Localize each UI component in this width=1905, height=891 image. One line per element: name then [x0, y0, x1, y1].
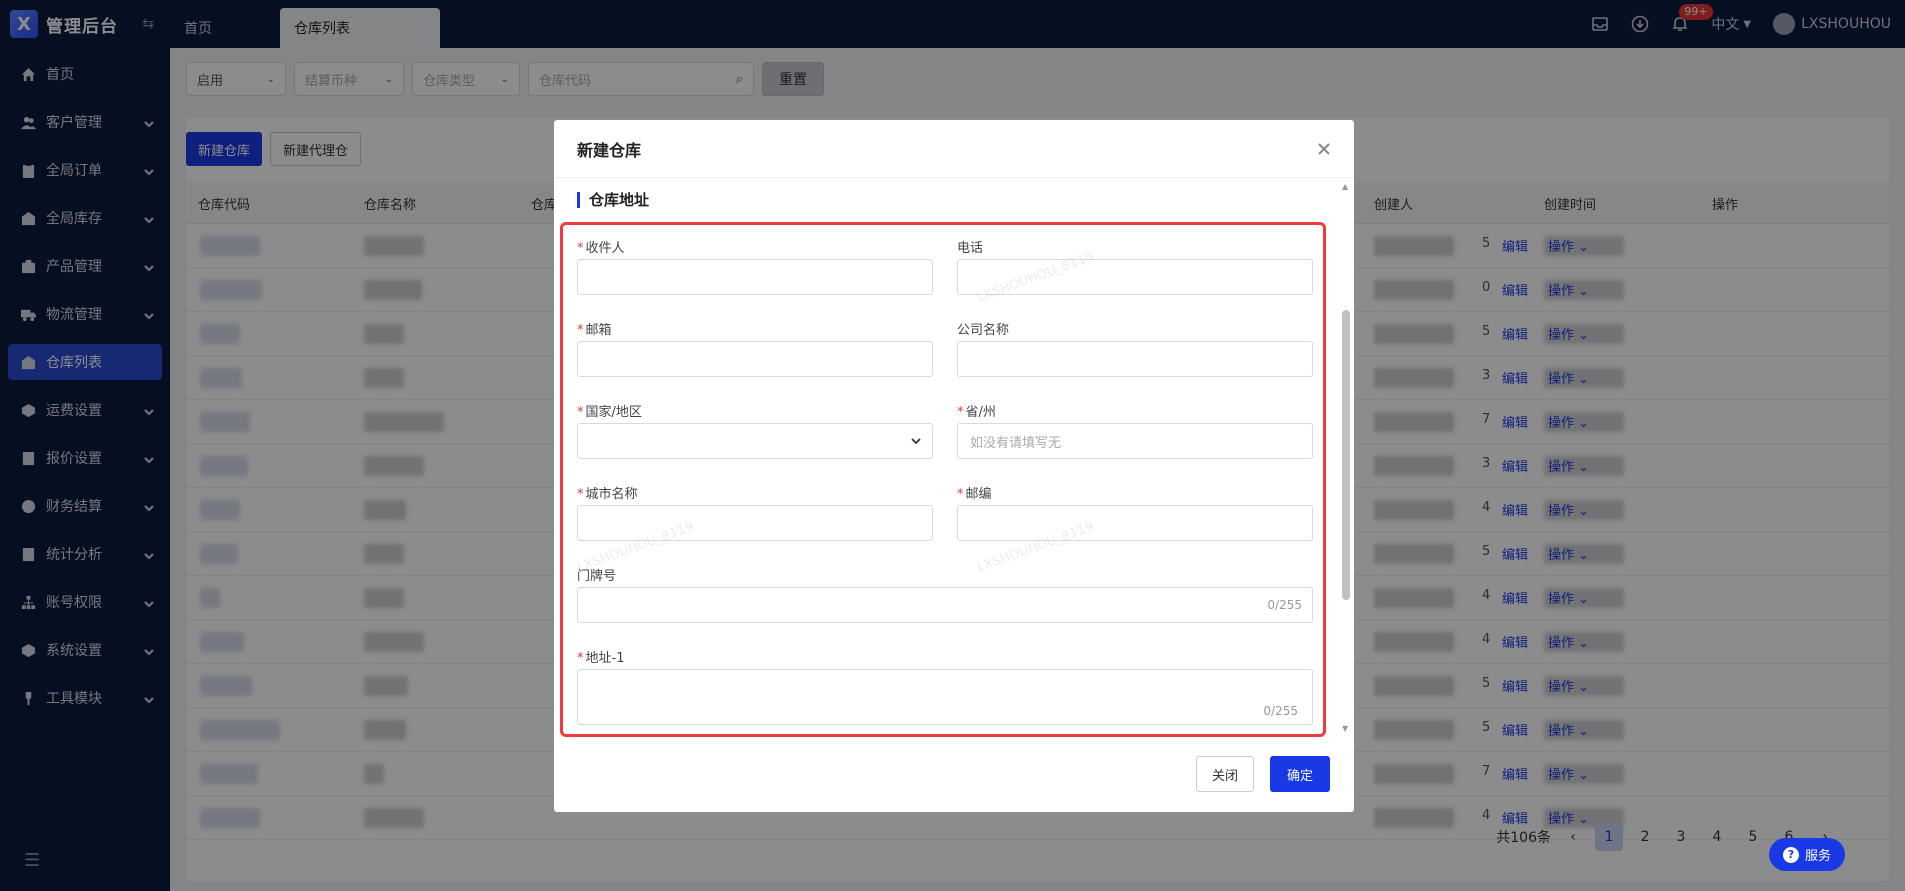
zip-label-text: 邮编 — [965, 487, 992, 502]
modal-scrollbar[interactable]: ▲ ▼ — [1340, 180, 1354, 735]
country-label: * 国家/地区 — [577, 401, 642, 420]
confirm-button[interactable]: 确定 — [1270, 756, 1330, 792]
email-label-text: 邮箱 — [585, 323, 612, 338]
company-input[interactable] — [957, 341, 1313, 377]
section-title: 仓库地址 — [577, 192, 649, 208]
modal-header: 新建仓库 — [554, 120, 1354, 178]
help-icon: ? — [1782, 846, 1799, 863]
country-label-text: 国家/地区 — [585, 405, 642, 420]
state-label: * 省/州 — [957, 401, 996, 420]
recipient-label: * 收件人 — [577, 237, 625, 256]
city-label-text: 城市名称 — [585, 487, 638, 502]
email-label: * 邮箱 — [577, 319, 612, 338]
scrollbar-thumb[interactable] — [1342, 310, 1350, 600]
close-button[interactable]: 关闭 — [1196, 756, 1254, 792]
required-mark: * — [577, 323, 584, 338]
door-counter: 0/255 — [1267, 598, 1302, 612]
address1-label-text: 地址-1 — [585, 651, 625, 666]
address1-counter: 0/255 — [1263, 704, 1298, 718]
required-mark: * — [577, 405, 584, 420]
email-input[interactable] — [577, 341, 933, 377]
app-root: X 管理后台 ⇆ 首页 客户管理 全局订单 全局库存 产品管理 物流管理 仓库列… — [0, 0, 1905, 891]
phone-input[interactable] — [957, 259, 1313, 295]
required-mark: * — [957, 487, 964, 502]
modal-footer: 关闭 确定 — [1196, 756, 1330, 792]
new-warehouse-modal: 新建仓库 仓库地址 * 收件人 电话 * 邮箱 公司名称 * 国家/地区 * 省/州 如… — [554, 120, 1354, 812]
zip-label: * 邮编 — [957, 483, 992, 502]
company-label: 公司名称 — [957, 323, 1010, 338]
scroll-up-icon[interactable]: ▲ — [1342, 182, 1348, 191]
service-button[interactable]: ? 服务 — [1768, 838, 1845, 871]
state-label-text: 省/州 — [965, 405, 996, 420]
city-label: * 城市名称 — [577, 483, 638, 502]
required-mark: * — [577, 487, 584, 502]
address1-textarea[interactable]: 0/255 — [577, 669, 1313, 725]
modal-title: 新建仓库 — [577, 140, 642, 160]
country-select[interactable] — [577, 423, 933, 459]
city-input[interactable] — [577, 505, 933, 541]
service-label: 服务 — [1804, 849, 1831, 864]
zip-input[interactable] — [957, 505, 1313, 541]
door-label: 门牌号 — [577, 569, 617, 584]
recipient-label-text: 收件人 — [585, 241, 625, 256]
scroll-down-icon[interactable]: ▼ — [1342, 724, 1348, 733]
required-mark: * — [957, 405, 964, 420]
door-input[interactable]: 0/255 — [577, 587, 1313, 623]
address1-label: * 地址-1 — [577, 647, 624, 666]
state-placeholder: 如没有请填写无 — [970, 435, 1062, 451]
close-icon[interactable] — [1317, 142, 1331, 156]
address-form-highlight: * 收件人 电话 * 邮箱 公司名称 * 国家/地区 * 省/州 如没有请填写无 * 城市… — [560, 222, 1326, 737]
required-mark: * — [577, 651, 584, 666]
recipient-input[interactable] — [577, 259, 933, 295]
required-mark: * — [577, 241, 584, 256]
phone-label: 电话 — [957, 241, 984, 256]
state-input[interactable]: 如没有请填写无 — [957, 423, 1313, 459]
chevron-down-icon — [910, 435, 922, 447]
